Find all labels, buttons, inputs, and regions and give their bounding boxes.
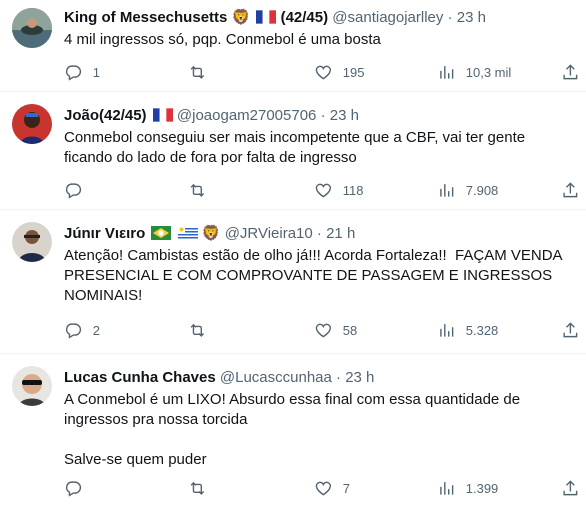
share-button[interactable] [561, 180, 580, 200]
user-handle[interactable]: @joaogam27005706 [177, 107, 317, 124]
share-icon [563, 63, 578, 79]
display-name[interactable]: Júnιr Vιειro [64, 225, 145, 242]
like-button[interactable]: 195 [314, 62, 364, 82]
ceara-flag-icon [151, 226, 172, 240]
reply-button[interactable]: 1 [64, 62, 100, 82]
reply-icon [65, 323, 82, 339]
views-button[interactable]: 5.328 [437, 320, 498, 340]
display-name[interactable]: Lucas Cunha Chaves [64, 369, 216, 386]
like-count: 7 [342, 480, 350, 496]
avatar[interactable] [12, 104, 52, 144]
timestamp[interactable]: 21 h [326, 225, 355, 242]
tweet-2[interactable]: João(42/45) @joaogam27005706 · 23 h Conm… [0, 92, 586, 210]
views-icon [440, 481, 454, 495]
user-handle[interactable]: @santiagojarlley [332, 9, 443, 26]
heart-icon [315, 481, 332, 496]
separator-dot: · [316, 225, 322, 242]
tweet-text: A Conmebol é um LIXO! Absurdo essa final… [64, 391, 521, 468]
tweet-text: Atenção! Cambistas estão de olho já!!! A… [64, 247, 566, 304]
user-handle[interactable]: @Lucasccunhaa [220, 369, 332, 386]
lion-emoji: 🦁 [231, 9, 251, 26]
retweet-button[interactable] [188, 180, 217, 200]
avatar-photo [12, 222, 52, 262]
avatar-photo [12, 104, 52, 144]
display-name-extra: (42/45) [280, 9, 329, 26]
retweet-icon [190, 323, 205, 337]
timestamp[interactable]: 23 h [330, 107, 359, 124]
avatar[interactable] [12, 222, 52, 262]
share-button[interactable] [561, 320, 580, 340]
view-count: 7.908 [465, 182, 499, 198]
display-name[interactable]: João(42/45) [64, 107, 147, 124]
france-flag-icon [152, 108, 173, 122]
avatar[interactable] [12, 366, 52, 406]
france-flag-icon [256, 10, 277, 24]
views-button[interactable]: 1.399 [437, 478, 498, 498]
views-button[interactable]: 7.908 [437, 180, 498, 200]
like-button[interactable]: 118 [314, 180, 363, 200]
timestamp[interactable]: 23 h [345, 369, 374, 386]
share-button[interactable] [561, 62, 580, 82]
share-icon [563, 321, 578, 337]
share-icon [563, 479, 578, 495]
heart-icon [315, 65, 332, 80]
like-count: 118 [342, 182, 364, 198]
like-count: 195 [342, 64, 365, 80]
tweet-3[interactable]: Júnιr Vιειro 🦁 @JRVieira10 · 21 h Atençã… [0, 210, 586, 354]
separator-dot: · [320, 107, 326, 124]
retweet-icon [190, 481, 205, 495]
heart-icon [315, 323, 332, 338]
reply-icon [65, 481, 82, 497]
user-handle[interactable]: @JRVieira10 [225, 225, 313, 242]
retweet-button[interactable] [188, 320, 217, 340]
reply-button[interactable] [64, 478, 93, 498]
views-button[interactable]: 10,3 mil [437, 62, 511, 82]
view-count: 5.328 [465, 322, 499, 338]
tweet-text: 4 mil ingressos só, pqp. Conmebol é uma … [64, 31, 381, 48]
like-button[interactable]: 7 [314, 478, 350, 498]
tweet-text: Conmebol conseguiu ser mais incompetente… [64, 129, 530, 166]
avatar-photo [12, 8, 52, 48]
uruguay-flag-icon [177, 226, 198, 240]
lion-emoji: 🦁 [201, 225, 221, 242]
retweet-icon [190, 183, 205, 197]
separator-dot: · [447, 9, 453, 26]
timestamp[interactable]: 23 h [457, 9, 486, 26]
reply-button[interactable]: 2 [64, 320, 100, 340]
retweet-button[interactable] [188, 62, 217, 82]
display-name[interactable]: King of Messechusetts [64, 9, 227, 26]
tweet-4[interactable]: Lucas Cunha Chaves @Lucasccunhaa · 23 h … [0, 354, 586, 508]
avatar[interactable] [12, 8, 52, 48]
reply-icon [65, 65, 82, 81]
separator-dot: · [336, 369, 342, 386]
avatar-photo [12, 366, 52, 406]
views-icon [440, 323, 454, 337]
view-count: 10,3 mil [465, 64, 512, 80]
like-button[interactable]: 58 [314, 320, 357, 340]
reply-button[interactable] [64, 180, 93, 200]
heart-icon [315, 183, 332, 198]
reply-count: 2 [92, 322, 100, 338]
share-button[interactable] [561, 478, 580, 498]
view-count: 1.399 [465, 480, 499, 496]
views-icon [440, 65, 454, 79]
views-icon [440, 183, 454, 197]
retweet-icon [190, 65, 205, 79]
like-count: 58 [342, 322, 358, 338]
reply-count: 1 [92, 64, 100, 80]
retweet-button[interactable] [188, 478, 217, 498]
tweet-1[interactable]: King of Messechusetts 🦁 (42/45) @santiag… [0, 0, 586, 92]
reply-icon [65, 183, 82, 199]
share-icon [563, 181, 578, 197]
